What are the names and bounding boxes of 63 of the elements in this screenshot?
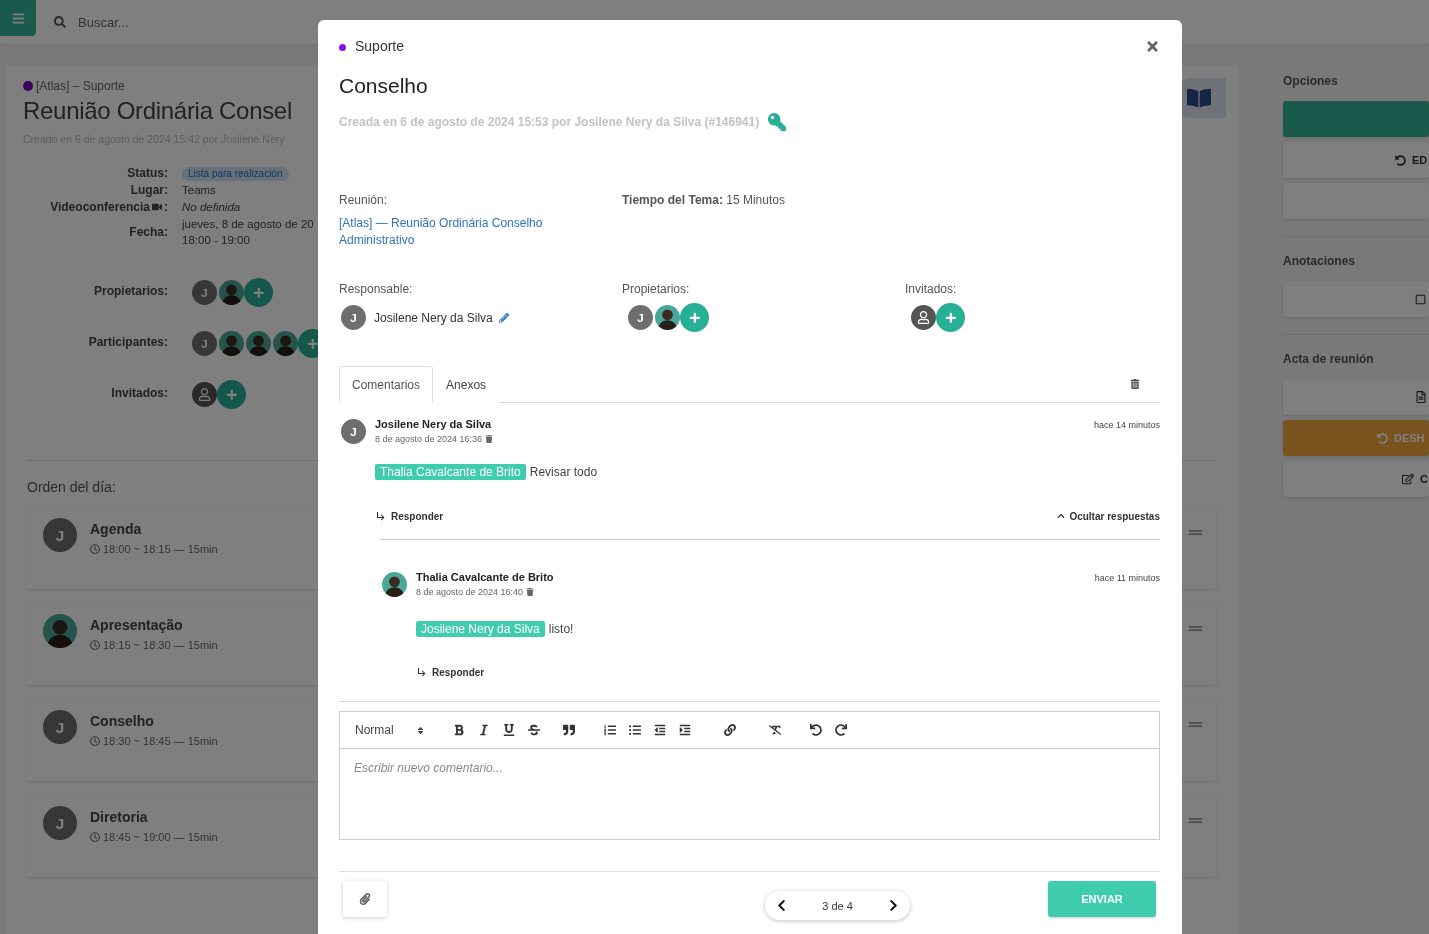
comment-text: listo! xyxy=(548,622,574,636)
avatar: J xyxy=(41,804,79,842)
agenda-title: Diretoria xyxy=(90,809,148,825)
style-select[interactable]: Normal xyxy=(355,723,425,737)
avatar: J xyxy=(41,516,79,554)
page-indicator: 3 de 4 xyxy=(822,899,853,912)
agenda-label: Orden del día: xyxy=(27,479,117,495)
breadcrumb: [Atlas] – Suporte xyxy=(36,79,125,93)
agenda-time: 18:45 ~ 19:00 — 15min xyxy=(103,831,218,843)
comment-text: Revisar todo xyxy=(529,465,598,479)
avatar: J xyxy=(626,303,655,332)
people-label: Propietarios: xyxy=(622,282,691,296)
topic-time: Tiempo del Tema: 15 Minutos xyxy=(622,193,786,209)
section-title: Acta de reunión xyxy=(1283,352,1375,366)
avatar: J xyxy=(190,329,219,358)
created-info: Creada en 6 de agosto de 2024 15:53 por Josilene Nery da Silva (#146941) xyxy=(339,115,760,129)
section-title: Opciones xyxy=(1283,74,1339,88)
meeting-label: Reunión: xyxy=(339,193,389,207)
search-field[interactable]: Buscar... xyxy=(76,13,276,31)
agenda-title: Agenda xyxy=(90,521,142,537)
detail-label: Lugar: xyxy=(130,182,168,198)
sidebar-button[interactable]: ED xyxy=(1283,142,1429,178)
comment-time: hace 14 minutos xyxy=(1093,420,1160,430)
avatar: J xyxy=(41,708,79,746)
avatar: J xyxy=(190,278,219,307)
agenda-title: Conselho xyxy=(90,713,154,729)
reply-button[interactable]: Responder xyxy=(416,666,485,678)
detail-value: Teams xyxy=(182,183,216,198)
reply-button[interactable]: Responder xyxy=(375,510,444,522)
avatar: J xyxy=(339,303,368,332)
meeting-link[interactable]: [Atlas] — Reunião Ordinária Conselho Administrativo xyxy=(339,215,559,249)
people-label: Invitados: xyxy=(905,282,958,296)
comment-author: Thalia Cavalcante de Brito xyxy=(416,571,554,583)
tab[interactable]: Comentarios xyxy=(339,366,434,403)
agenda-title: Apresentação xyxy=(90,617,183,633)
meeting-title: Reunião Ordinária Consel xyxy=(23,97,292,125)
people-label: Participantes: xyxy=(87,334,168,351)
detail-label: : xyxy=(164,199,168,215)
detail-label: Videoconferencia xyxy=(50,199,150,215)
detail-value: 18:00 - 19:00 xyxy=(182,233,250,248)
agenda-time: 18:30 ~ 18:45 — 15min xyxy=(103,735,218,747)
status-badge: Lista para realización xyxy=(182,167,289,181)
dialog-title: Conselho xyxy=(339,74,429,98)
agenda-time: 18:00 ~ 18:15 — 15min xyxy=(103,543,218,555)
comment-date: 8 de agosto de 2024 16:36 xyxy=(375,434,483,444)
comment-author: Josilene Nery da Silva xyxy=(375,418,493,430)
avatar: J xyxy=(339,417,368,446)
comment-date: 8 de agosto de 2024 16:40 xyxy=(416,587,524,597)
agenda-time: 18:15 ~ 18:30 — 15min xyxy=(103,639,218,651)
responsible-name: Josilene Nery da Silva xyxy=(374,310,493,325)
sidebar-button[interactable]: C xyxy=(1283,461,1429,497)
detail-value: No definida xyxy=(182,200,241,215)
category-label: Suporte xyxy=(355,38,405,54)
section-title: Anotaciones xyxy=(1283,254,1356,268)
detail-label: Status: xyxy=(127,165,168,181)
detail-label: Fecha: xyxy=(129,224,168,240)
comment-editor[interactable]: Normal Escribir nuevo comentario... xyxy=(339,711,1160,840)
detail-value: jueves, 8 de agosto de 20 xyxy=(182,217,314,232)
people-label: Invitados: xyxy=(110,385,168,402)
responsible-label: Responsable: xyxy=(339,282,414,296)
comment-time: hace 11 minutos xyxy=(1094,573,1160,583)
toggle-replies-button[interactable]: Ocultar respuestas xyxy=(1057,510,1160,522)
people-label: Propietarios: xyxy=(93,283,168,300)
